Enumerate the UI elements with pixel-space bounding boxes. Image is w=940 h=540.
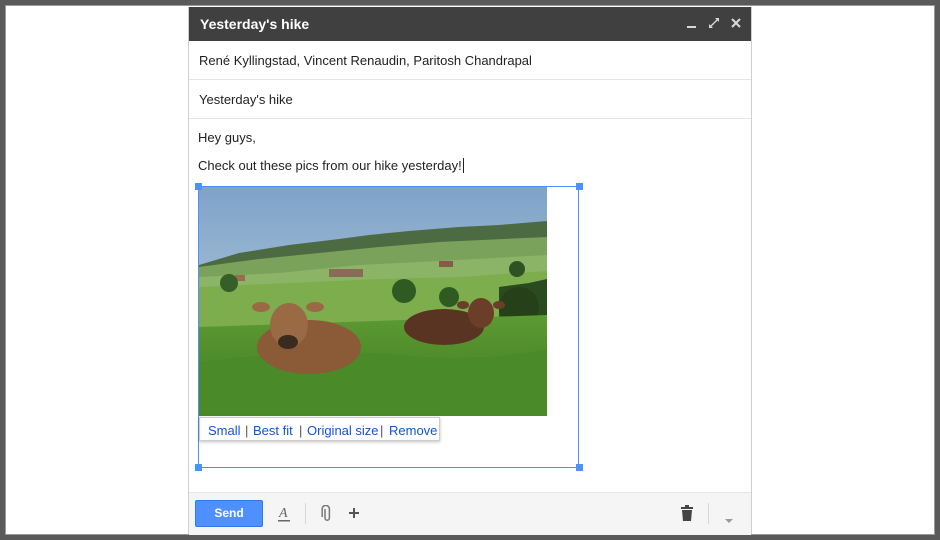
resize-handle-bottom-right[interactable] <box>576 464 583 471</box>
toolbar-divider <box>708 503 709 524</box>
compose-titlebar[interactable]: Yesterday's hike <box>189 7 751 41</box>
menu-separator: | <box>245 423 249 438</box>
recipients-text: René Kyllingstad, Vincent Renaudin, Pari… <box>199 53 532 68</box>
image-size-menu: Small | Best fit | Original size | Remov… <box>199 417 440 441</box>
compose-window: Yesterday's hike René Kyllingstad, Vince… <box>188 7 752 535</box>
trash-icon[interactable] <box>680 505 694 527</box>
dropdown-arrow-icon[interactable] <box>724 511 734 529</box>
body-message-line[interactable]: Check out these pics from our hike yeste… <box>198 158 464 173</box>
compose-title: Yesterday's hike <box>200 16 310 32</box>
resize-handle-top-right[interactable] <box>576 183 583 190</box>
close-icon[interactable] <box>729 16 743 30</box>
svg-text:A: A <box>278 506 288 521</box>
size-original-link[interactable]: Original size <box>307 423 379 438</box>
toolbar-divider <box>305 503 306 524</box>
recipients-field[interactable]: René Kyllingstad, Vincent Renaudin, Pari… <box>189 41 751 80</box>
plus-icon[interactable] <box>347 506 361 525</box>
remove-image-link[interactable]: Remove <box>389 423 437 438</box>
size-small-link[interactable]: Small <box>208 423 241 438</box>
paperclip-icon[interactable] <box>321 504 333 528</box>
text-cursor <box>462 158 464 173</box>
resize-handle-top-left[interactable] <box>195 183 202 190</box>
minimize-icon[interactable] <box>685 16 699 30</box>
menu-separator: | <box>380 423 384 438</box>
format-text-icon[interactable]: A <box>277 505 291 528</box>
popout-icon[interactable] <box>707 16 721 30</box>
send-button[interactable]: Send <box>195 500 263 527</box>
resize-handle-bottom-left[interactable] <box>195 464 202 471</box>
body-greeting: Hey guys, <box>198 130 256 145</box>
size-best-fit-link[interactable]: Best fit <box>253 423 293 438</box>
subject-text: Yesterday's hike <box>199 92 293 107</box>
body-message: Check out these pics from our hike yeste… <box>198 158 462 173</box>
menu-separator: | <box>299 423 303 438</box>
compose-toolbar: Send A <box>189 492 751 535</box>
subject-field[interactable]: Yesterday's hike <box>189 80 751 119</box>
